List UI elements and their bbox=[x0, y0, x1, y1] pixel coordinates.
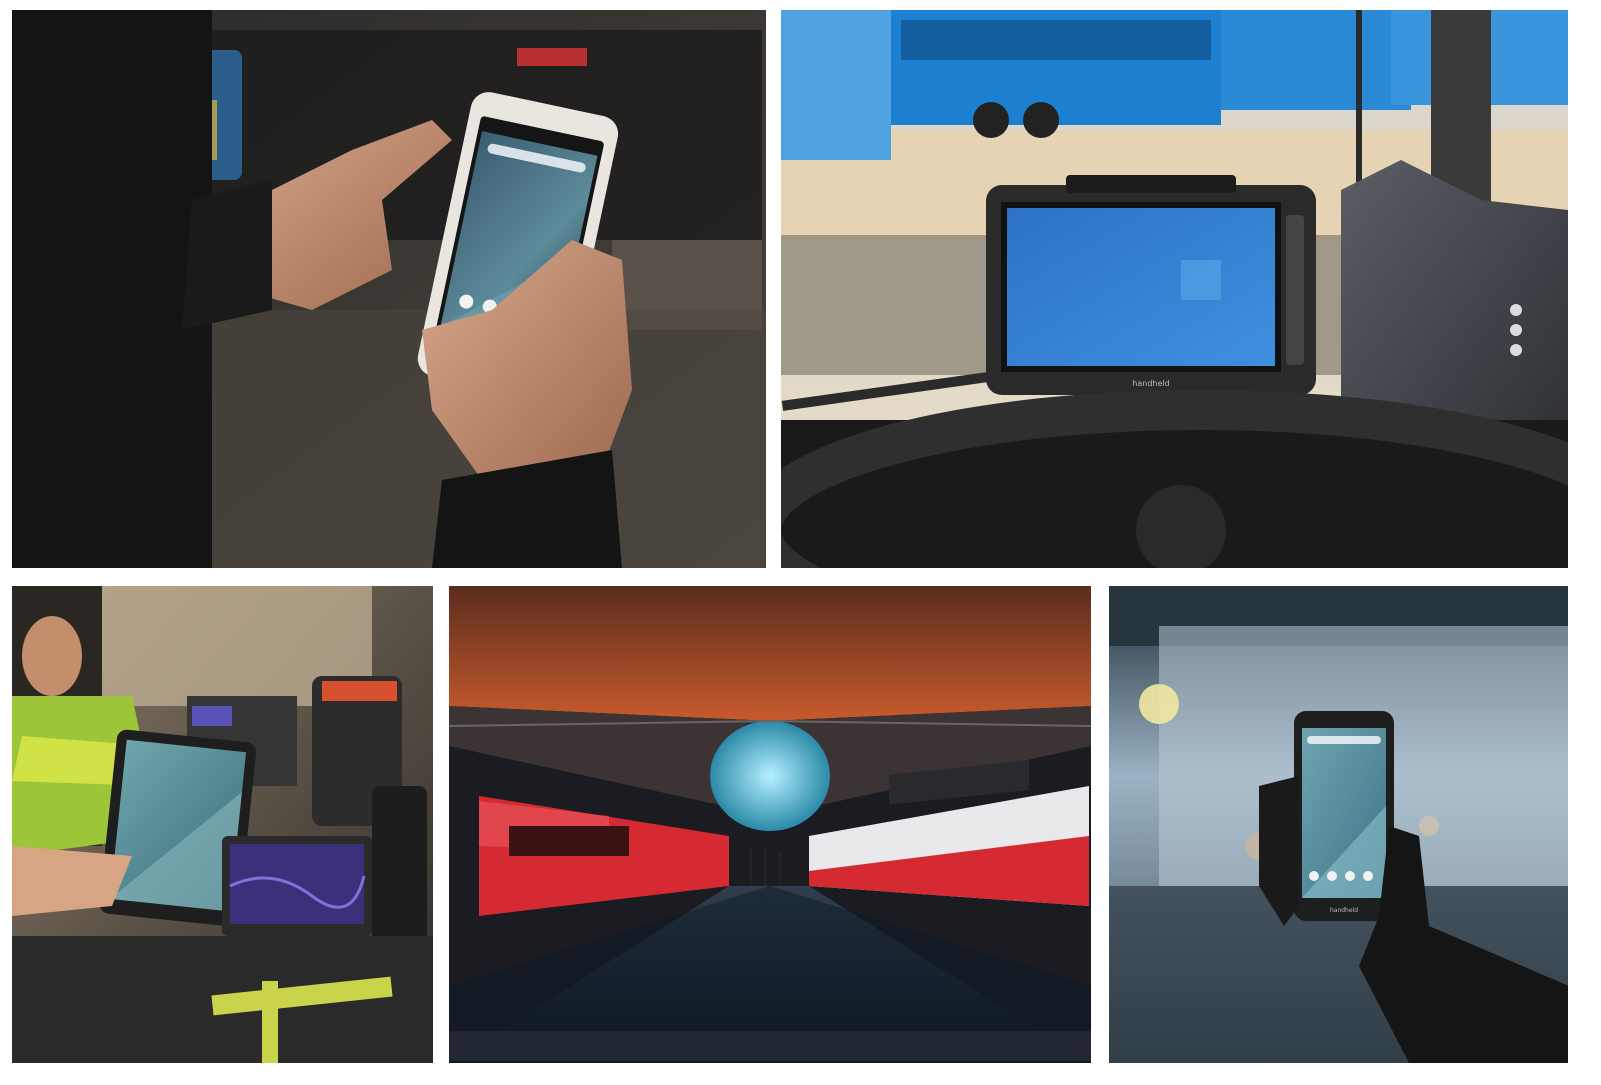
photo-trains-station bbox=[449, 586, 1091, 1063]
photo-4-scene bbox=[449, 586, 1091, 1063]
svg-text:handheld: handheld bbox=[1132, 379, 1169, 388]
photo-handheld-phone-industrial: handheld bbox=[12, 10, 766, 568]
photo-5-scene: handheld bbox=[1109, 586, 1568, 1063]
photo-rugged-tablets-vehicle bbox=[12, 586, 433, 1063]
photo-2-scene: handheld bbox=[781, 10, 1568, 568]
photo-3-scene bbox=[12, 586, 433, 1063]
photo-1-scene: handheld bbox=[12, 10, 766, 568]
photo-tablet-bus-dashboard: handheld bbox=[781, 10, 1568, 568]
svg-text:handheld: handheld bbox=[1330, 907, 1358, 914]
photo-phone-outdoors: handheld bbox=[1109, 586, 1568, 1063]
